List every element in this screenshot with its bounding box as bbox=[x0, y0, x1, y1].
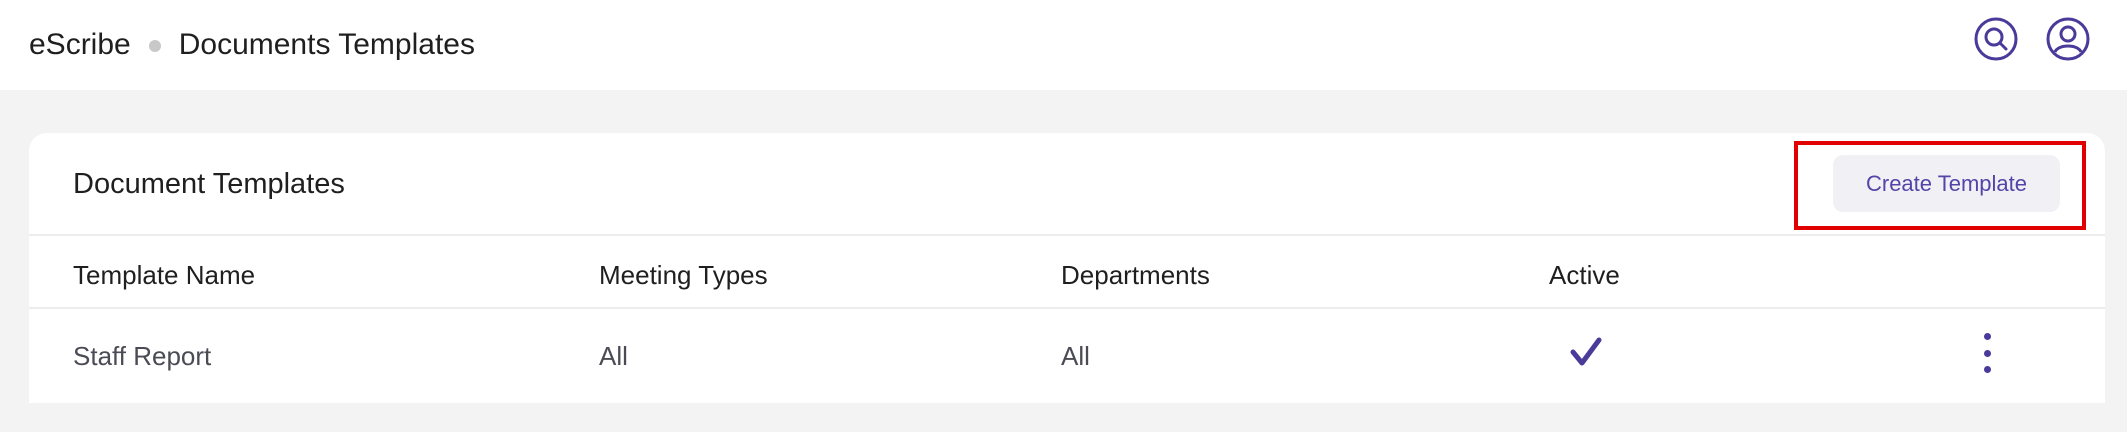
user-account-icon bbox=[2046, 17, 2090, 61]
column-header-meeting-types[interactable]: Meeting Types bbox=[599, 260, 768, 291]
cell-departments: All bbox=[1061, 341, 1090, 371]
cell-meeting-types: All bbox=[599, 341, 628, 371]
create-template-button[interactable]: Create Template bbox=[1833, 155, 2060, 212]
card-title: Document Templates bbox=[73, 168, 345, 200]
column-header-template-name[interactable]: Template Name bbox=[73, 260, 255, 291]
column-header-active[interactable]: Active bbox=[1549, 260, 1620, 291]
account-button[interactable] bbox=[2046, 17, 2090, 61]
column-header-departments[interactable]: Departments bbox=[1061, 260, 1210, 291]
row-actions-menu-icon[interactable] bbox=[1977, 333, 1997, 373]
search-button[interactable] bbox=[1974, 17, 2018, 61]
document-templates-card: Document Templates Create Template Templ… bbox=[29, 133, 2105, 403]
search-icon bbox=[1974, 17, 2018, 61]
table-header: Template Name Meeting Types Departments … bbox=[29, 236, 2105, 309]
card-header: Document Templates Create Template bbox=[29, 133, 2105, 236]
cell-template-name[interactable]: Staff Report bbox=[73, 341, 211, 372]
breadcrumb-app[interactable]: eScribe bbox=[29, 28, 131, 62]
active-check-icon bbox=[1570, 337, 1602, 366]
top-bar: eScribe Documents Templates bbox=[0, 0, 2127, 90]
breadcrumb-current-page: Documents Templates bbox=[178, 28, 475, 61]
breadcrumb-separator bbox=[148, 40, 161, 52]
table-row[interactable]: Staff Report All All bbox=[29, 309, 2105, 403]
breadcrumb: eScribe Documents Templates bbox=[29, 28, 475, 62]
